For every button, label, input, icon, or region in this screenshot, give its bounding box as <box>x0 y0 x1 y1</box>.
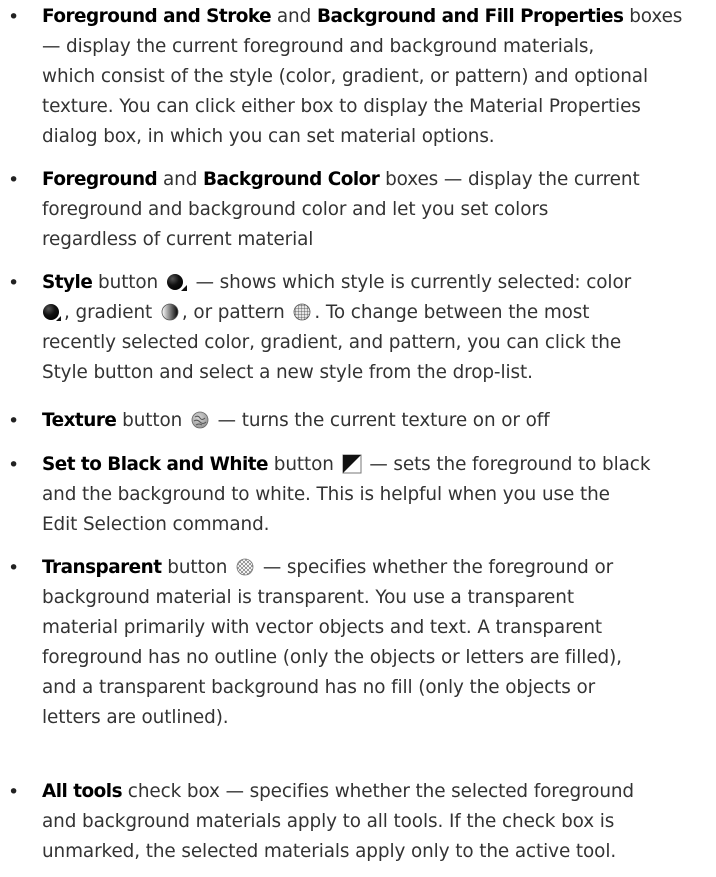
text-line: dialog box, in which you can set materia… <box>42 126 495 147</box>
text-line: Style button — shows which style is curr… <box>42 268 716 298</box>
text: and <box>157 169 204 190</box>
bullet: • <box>8 557 20 579</box>
term-transparent: Transparent <box>42 557 162 578</box>
bullet: • <box>8 454 20 476</box>
list-item-set-black-white: • Set to Black and White button — sets t… <box>0 450 716 540</box>
text-line: regardless of current material <box>42 229 314 250</box>
text-line: Style button and select a new style from… <box>42 362 533 383</box>
term-set-black-white: Set to Black and White <box>42 454 269 475</box>
bullet: • <box>8 169 20 191</box>
text-line: Set to Black and White button — sets the… <box>42 450 716 480</box>
text: button <box>116 410 188 431</box>
text-line: foreground and background color and let … <box>42 199 549 220</box>
text-line: and a transparent background has no fill… <box>42 677 596 698</box>
text: boxes — display the current <box>379 169 640 190</box>
text: . To change between the most <box>314 302 590 323</box>
text-line: Foreground and Stroke and Background and… <box>42 2 716 32</box>
text-line: material primarily with vector objects a… <box>42 617 603 638</box>
bullet: • <box>8 410 20 432</box>
list-item-style: • Style button — shows which style is cu… <box>0 268 716 388</box>
list-item-foreground-stroke: • Foreground and Stroke and Background a… <box>0 2 716 152</box>
text: check box — specifies whether the select… <box>122 781 635 802</box>
term-style: Style <box>42 272 93 293</box>
style-color-dropdown-icon <box>166 272 188 292</box>
text-line: Transparent button — specifies whether t… <box>42 553 716 583</box>
bullet: • <box>8 781 20 803</box>
text: — turns the current texture on or off <box>211 410 550 431</box>
bullet: • <box>8 272 20 294</box>
text-line: and background materials apply to all to… <box>42 811 615 832</box>
term-background-fill: Background and Fill Properties <box>316 6 624 27</box>
text-line: unmarked, the selected materials apply o… <box>42 841 617 862</box>
text: , or pattern <box>181 302 291 323</box>
text-line: — display the current foreground and bac… <box>42 36 595 57</box>
text: button <box>268 454 340 475</box>
pattern-style-icon <box>292 302 312 322</box>
term-texture: Texture <box>42 410 117 431</box>
text: button <box>161 557 234 578</box>
text-line: which consist of the style (color, gradi… <box>42 66 648 87</box>
text: boxes <box>623 6 683 27</box>
text-line: , gradient , or pattern . To change betw… <box>42 298 716 328</box>
document-page: • Foreground and Stroke and Background a… <box>0 0 716 877</box>
text-line: Edit Selection command. <box>42 514 270 535</box>
text-line: letters are outlined). <box>42 707 229 728</box>
term-foreground-stroke: Foreground and Stroke <box>42 6 272 27</box>
term-all-tools: All tools <box>42 781 123 802</box>
text-line: recently selected color, gradient, and p… <box>42 332 622 353</box>
list-item-all-tools: • All tools check box — specifies whethe… <box>0 777 716 867</box>
term-background-color: Background Color <box>203 169 380 190</box>
color-style-icon <box>42 302 62 322</box>
bullet: • <box>8 6 20 28</box>
text: — sets the foreground to black <box>363 454 651 475</box>
list-item-foreground-background-color: • Foreground and Background Color boxes … <box>0 165 716 255</box>
text-line: background material is transparent. You … <box>42 587 574 608</box>
list-item-transparent: • Transparent button — specifies whether… <box>0 553 716 733</box>
text-line: and the background to white. This is hel… <box>42 484 610 505</box>
text: and <box>271 6 317 27</box>
text-line: texture. You can click either box to dis… <box>42 96 641 117</box>
text: button <box>92 272 164 293</box>
term-foreground: Foreground <box>42 169 158 190</box>
text: — specifies whether the foreground or <box>257 557 614 578</box>
gradient-style-icon <box>160 302 180 322</box>
text: , gradient <box>64 302 158 323</box>
black-white-icon <box>342 454 362 474</box>
text-line: foreground has no outline (only the obje… <box>42 647 622 668</box>
text-line: Texture button — turns the current textu… <box>42 406 716 436</box>
text-line: Foreground and Background Color boxes — … <box>42 165 716 195</box>
texture-icon <box>190 410 210 430</box>
text-line: All tools check box — specifies whether … <box>42 777 716 807</box>
list-item-texture: • Texture button — turns the current tex… <box>0 406 716 436</box>
transparent-icon <box>235 557 255 577</box>
text: — shows which style is currently selecte… <box>189 272 632 293</box>
